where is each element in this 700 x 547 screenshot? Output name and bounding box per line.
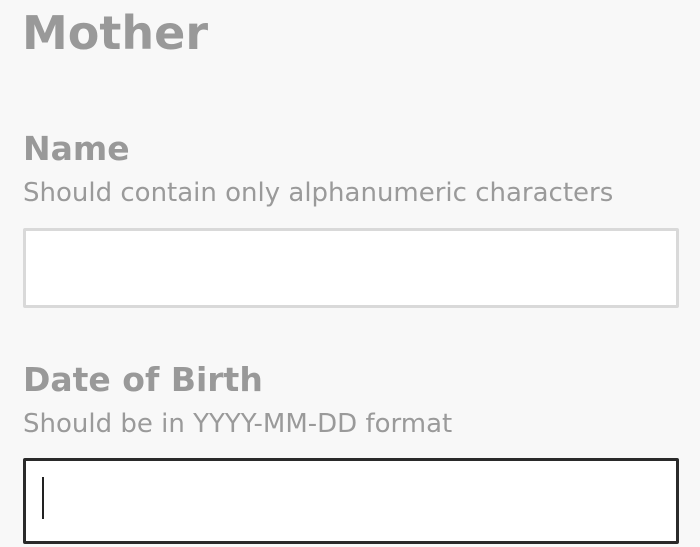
mother-form: Mother Name Should contain only alphanum… bbox=[0, 0, 700, 547]
text-caret bbox=[42, 477, 44, 519]
name-hint: Should contain only alphanumeric charact… bbox=[23, 178, 614, 208]
name-field[interactable] bbox=[23, 228, 679, 308]
date-of-birth-field[interactable] bbox=[23, 458, 679, 544]
section-title: Mother bbox=[22, 6, 208, 60]
name-label: Name bbox=[23, 129, 130, 168]
dob-hint: Should be in YYYY-MM-DD format bbox=[23, 409, 453, 439]
dob-label: Date of Birth bbox=[23, 360, 263, 399]
